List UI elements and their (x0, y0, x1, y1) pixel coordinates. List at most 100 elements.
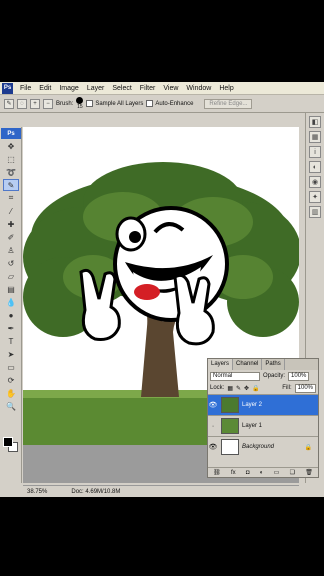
layer-name: Background (242, 444, 275, 450)
blur-tool-icon[interactable]: 💧 (3, 296, 19, 308)
ps-app-icon: Ps (2, 82, 13, 94)
refine-edge-button[interactable]: Refine Edge... (204, 98, 253, 109)
photoshop-window: Ps File Edit Image Layer Select Filter V… (0, 82, 324, 497)
menu-bar: Ps File Edit Image Layer Select Filter V… (0, 82, 324, 95)
new-selection-icon[interactable]: ◌ (17, 98, 27, 109)
new-layer-icon[interactable]: ❏ (290, 469, 295, 476)
menu-view[interactable]: View (159, 82, 182, 95)
menu-layer[interactable]: Layer (83, 82, 109, 95)
type-tool-icon[interactable]: T (3, 335, 19, 347)
opacity-input[interactable]: 100% (288, 371, 310, 381)
menu-file[interactable]: File (16, 82, 35, 95)
layer-style-icon[interactable]: fx (231, 470, 236, 476)
layer-thumbnail (221, 397, 239, 413)
layer-row-layer-2[interactable]: 👁 Layer 2 (208, 394, 318, 415)
blend-mode-select[interactable]: Normal (210, 371, 260, 381)
new-group-icon[interactable]: ▭ (274, 469, 280, 476)
eyedropper-tool-icon[interactable]: ⁄ (3, 205, 19, 217)
fill-label: Fill: (282, 385, 292, 391)
layers-panel-footer: ⛓ fx ◘ ◐ ▭ ❏ 🗑 (208, 467, 318, 477)
link-layers-icon[interactable]: ⛓ (213, 469, 221, 476)
path-selection-icon[interactable]: ➤ (3, 348, 19, 360)
toolbox-header: Ps (1, 128, 21, 139)
layer-name: Layer 1 (242, 423, 263, 429)
brush-size: 15 (77, 104, 83, 110)
auto-enhance-label: Auto-Enhance (155, 100, 194, 107)
visibility-eye-icon[interactable]: 👁 (208, 443, 218, 451)
fill-input[interactable]: 100% (294, 383, 316, 393)
gradient-tool-icon[interactable]: ▤ (3, 283, 19, 295)
zoom-level[interactable]: 38.75% (27, 489, 47, 495)
sample-all-layers-option[interactable]: Sample All Layers (86, 100, 143, 107)
info-panel-icon[interactable]: i (309, 146, 321, 158)
foreground-color-swatch[interactable] (3, 437, 13, 447)
layer-row-layer-1[interactable]: · Layer 1 (208, 415, 318, 436)
menu-edit[interactable]: Edit (35, 82, 55, 95)
color-panel-icon[interactable]: ◧ (309, 116, 321, 128)
tab-channels[interactable]: Channel (233, 359, 263, 370)
pen-tool-icon[interactable]: ✒ (3, 322, 19, 334)
shape-tool-icon[interactable]: ▭ (3, 361, 19, 373)
subtract-selection-icon[interactable]: − (43, 98, 53, 109)
healing-brush-icon[interactable]: ✚ (3, 218, 19, 230)
layers-panel: Layers Channel Paths Normal Opacity: 100… (207, 358, 319, 478)
sample-all-layers-checkbox[interactable] (86, 100, 94, 107)
crop-tool-icon[interactable]: ⌗ (3, 192, 19, 204)
brush-tool-icon[interactable]: ✐ (3, 231, 19, 243)
tool-preset-icon[interactable]: ✎ (4, 98, 14, 109)
styles-panel-icon[interactable]: ✦ (309, 191, 321, 203)
lock-pixels-icon[interactable]: ✎ (236, 385, 241, 392)
doc-size: Doc: 4.69M/10.8M (71, 488, 121, 495)
status-bar: 38.75% Doc: 4.69M/10.8M (23, 485, 299, 497)
lasso-tool-icon[interactable]: ➰ (3, 166, 19, 178)
delete-layer-icon[interactable]: 🗑 (305, 469, 313, 476)
layer-row-background[interactable]: 👁 Background 🔒 (208, 436, 318, 457)
menu-select[interactable]: Select (108, 82, 135, 95)
menu-filter[interactable]: Filter (136, 82, 160, 95)
eraser-tool-icon[interactable]: ▱ (3, 270, 19, 282)
auto-enhance-option[interactable]: Auto-Enhance (146, 100, 193, 107)
layer-thumbnail (221, 418, 239, 434)
menu-window[interactable]: Window (182, 82, 215, 95)
swatches-panel-icon[interactable]: ▦ (309, 131, 321, 143)
tab-layers[interactable]: Layers (208, 359, 234, 370)
lock-label: Lock: (210, 385, 225, 391)
lock-all-icon[interactable]: 🔒 (252, 385, 259, 392)
quick-selection-tool-icon[interactable]: ✎ (3, 179, 19, 191)
history-panel-icon[interactable]: ▥ (309, 206, 321, 218)
menu-help[interactable]: Help (215, 82, 237, 95)
add-mask-icon[interactable]: ◘ (246, 470, 250, 476)
menu-image[interactable]: Image (55, 82, 82, 95)
options-bar: ✎ ◌ + − Brush: 15 Sample All Layers Auto… (0, 95, 324, 113)
brush-dot-icon (76, 97, 84, 104)
layer-thumbnail (221, 439, 239, 455)
move-tool-icon[interactable]: ✥ (3, 140, 19, 152)
layers-panel-tabs: Layers Channel Paths (208, 359, 318, 370)
adjustments-panel-icon[interactable]: ◐ (309, 161, 321, 173)
adjustment-layer-icon[interactable]: ◐ (260, 470, 264, 476)
3d-rotate-icon[interactable]: ⟳ (3, 374, 19, 386)
history-brush-icon[interactable]: ↺ (3, 257, 19, 269)
lock-transparent-icon[interactable]: ▦ (227, 385, 233, 392)
lock-position-icon[interactable]: ✥ (244, 385, 249, 392)
tab-paths[interactable]: Paths (262, 359, 285, 370)
opacity-label: Opacity: (263, 373, 286, 379)
lock-row: Lock: ▦ ✎ ✥ 🔒 Fill: 100% (208, 382, 318, 394)
layer-name: Layer 2 (242, 402, 263, 408)
clone-stamp-icon[interactable]: ♙ (3, 244, 19, 256)
hand-tool-icon[interactable]: ✋ (3, 387, 19, 399)
brush-picker[interactable]: 15 (76, 97, 84, 110)
toolbox: Ps ✥ ⬚ ➰ ✎ ⌗ ⁄ ✚ ✐ ♙ ↺ ▱ ▤ 💧 ● ✒ T ➤ ▭ ⟳… (0, 127, 22, 483)
marquee-tool-icon[interactable]: ⬚ (3, 153, 19, 165)
sample-all-layers-label: Sample All Layers (95, 100, 144, 107)
visibility-eye-icon[interactable]: 👁 (208, 401, 218, 409)
brush-label: Brush: (56, 100, 74, 107)
blend-row: Normal Opacity: 100% (208, 370, 318, 382)
visibility-eye-icon[interactable]: · (208, 423, 218, 430)
add-selection-icon[interactable]: + (30, 98, 40, 109)
lock-icon: 🔒 (304, 444, 312, 451)
dodge-tool-icon[interactable]: ● (3, 309, 19, 321)
zoom-tool-icon[interactable]: 🔍 (3, 400, 19, 412)
auto-enhance-checkbox[interactable] (146, 100, 154, 107)
masks-panel-icon[interactable]: ◉ (309, 176, 321, 188)
